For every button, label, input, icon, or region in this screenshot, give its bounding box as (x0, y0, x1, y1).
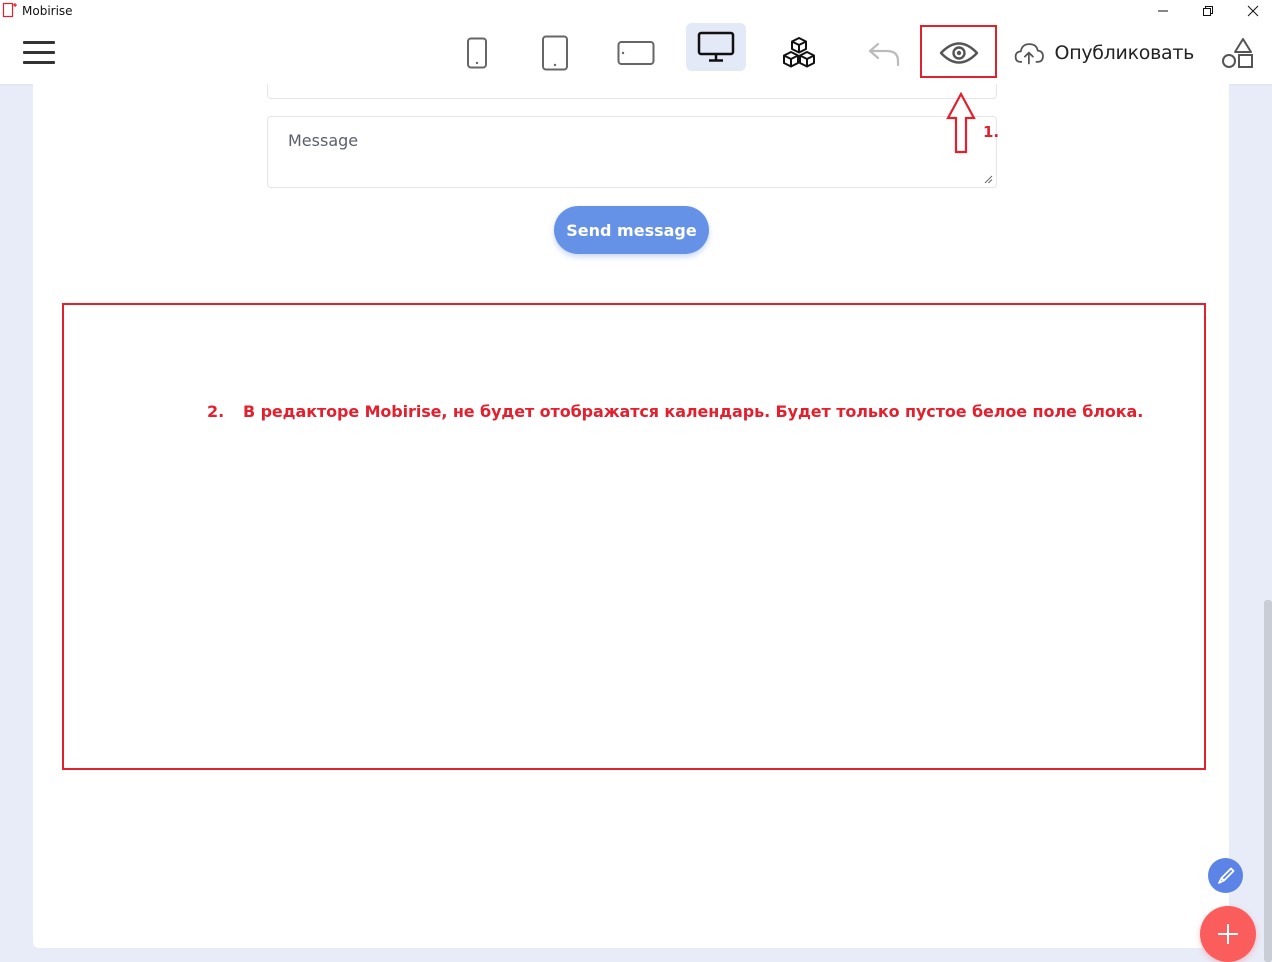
add-block-button[interactable] (1200, 906, 1256, 962)
mobirise-logo-icon (2, 2, 17, 18)
tablet-icon (542, 35, 568, 71)
message-placeholder: Message (288, 131, 359, 150)
undo-icon (868, 42, 900, 67)
editor-toolbar: Опубликовать (0, 22, 1272, 84)
step2-note: В редакторе Mobirise, не будет отображат… (243, 402, 1144, 421)
restore-icon[interactable] (1200, 3, 1216, 19)
plus-icon (1218, 924, 1238, 944)
message-textarea[interactable]: Message (267, 116, 997, 188)
title-bar: Mobirise (0, 0, 1272, 22)
hamburger-icon[interactable] (23, 41, 55, 67)
tablet-landscape-icon (617, 41, 655, 65)
window-title: Mobirise (22, 4, 73, 18)
undo-button[interactable] (864, 22, 904, 84)
shapes-icon (1222, 38, 1253, 68)
scrollbar-thumb[interactable] (1264, 600, 1272, 962)
blocks-button[interactable] (778, 22, 820, 84)
tablet-view-button[interactable] (538, 22, 572, 84)
minimize-icon[interactable] (1155, 3, 1171, 19)
brush-icon (1217, 867, 1234, 884)
phone-view-button[interactable] (462, 22, 492, 84)
resize-grip-icon[interactable] (984, 175, 993, 184)
step2-number: 2. (207, 402, 225, 421)
empty-calendar-block-frame (62, 303, 1206, 770)
step1-label: 1. (983, 123, 1000, 141)
cloud-upload-icon (1014, 43, 1044, 65)
phone-icon (467, 37, 487, 69)
form-field-previous[interactable] (267, 84, 997, 99)
edit-styles-button[interactable] (1208, 858, 1243, 893)
blocks-icon (783, 37, 815, 68)
desktop-icon (697, 31, 735, 62)
preview-highlight-frame (920, 25, 997, 78)
shapes-button[interactable] (1218, 22, 1258, 84)
tablet-landscape-view-button[interactable] (614, 22, 658, 84)
publish-button[interactable]: Опубликовать (1014, 22, 1194, 84)
publish-label: Опубликовать (1054, 42, 1195, 64)
desktop-view-button[interactable] (686, 23, 746, 71)
arrow-up-icon (946, 92, 976, 154)
close-icon[interactable] (1245, 3, 1261, 19)
send-message-button[interactable]: Send message (554, 206, 709, 254)
